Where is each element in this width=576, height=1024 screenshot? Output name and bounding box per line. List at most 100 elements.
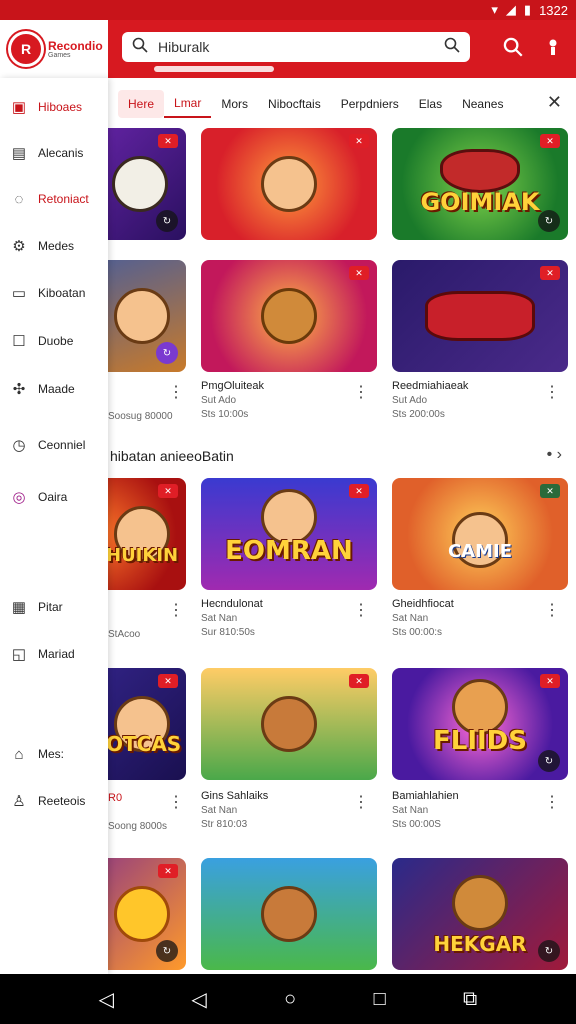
close-badge-icon[interactable]: ✕ (158, 674, 178, 688)
home-icon[interactable]: ○ (284, 988, 296, 1011)
logo-text: Recondio (48, 38, 103, 53)
sidebar-item-pitar[interactable]: ▦ Pitar (10, 594, 63, 620)
game-stats: Soong 8000s (108, 821, 167, 832)
search-icon (132, 37, 148, 58)
clock: 1322 (539, 2, 568, 18)
sidebar-item-alecanis[interactable]: ▤ Alecanis (10, 140, 83, 166)
character-art (261, 156, 317, 212)
close-badge-icon[interactable]: ✕ (349, 484, 369, 498)
sidebar-item-label: Ceonniel (38, 438, 86, 452)
tab-mors[interactable]: Mors (211, 90, 258, 118)
close-icon[interactable]: ✕ (547, 92, 562, 113)
play-icon[interactable]: ↻ (538, 940, 560, 962)
sidebar-item-label: Duobe (38, 334, 74, 348)
tab-perpdniers[interactable]: Perpdniers (331, 90, 409, 118)
more-icon[interactable]: ⋮ (544, 792, 560, 812)
gear-icon: ⚙ (12, 238, 26, 255)
sidebar-item-mes[interactable]: ⌂ Mes: (10, 741, 64, 767)
game-subtitle: Sat Nan (201, 613, 238, 624)
game-card[interactable] (201, 858, 377, 970)
sidebar-item-oaira[interactable]: ◎ Oaira (10, 484, 67, 510)
play-icon[interactable]: ↻ (156, 342, 178, 364)
controller-art (440, 148, 520, 193)
character-art (452, 874, 508, 931)
game-card[interactable]: GOIMIAK ✕ ↻ (392, 128, 568, 240)
recents-icon[interactable]: □ (374, 988, 386, 1011)
play-icon[interactable]: ↻ (538, 210, 560, 232)
search-submit-icon[interactable] (444, 37, 460, 58)
sidebar-item-mariad[interactable]: ◱ Mariad (10, 641, 75, 667)
section-title: hibatan anieeoBatin (110, 448, 234, 464)
game-stats: Sts 200:00s (392, 409, 445, 420)
sidebar-item-maade[interactable]: ✣ Maade (10, 376, 75, 402)
more-icon[interactable]: ⋮ (168, 600, 184, 620)
more-icon[interactable]: ⋮ (353, 792, 369, 812)
sidebar-item-kiboatan[interactable]: ▭ Kiboatan (10, 280, 85, 306)
more-icon[interactable]: ⋮ (544, 382, 560, 402)
game-subtitle: Sat Nan (392, 613, 429, 624)
battery-icon: ▮ (523, 2, 532, 17)
chevron-right-icon[interactable]: • › (547, 446, 562, 464)
category-tabs: Here Lmar Mors Nibocftais Perpdniers Ela… (108, 86, 576, 122)
close-badge-icon[interactable]: ✕ (540, 484, 560, 498)
more-icon[interactable]: ⋮ (353, 382, 369, 402)
building-icon: ⌂ (14, 745, 24, 763)
close-badge-icon[interactable]: ✕ (158, 864, 178, 878)
search-bar[interactable] (122, 32, 470, 62)
close-badge-icon[interactable]: ✕ (158, 484, 178, 498)
sidebar-item-ceonniel[interactable]: ◷ Ceonniel (10, 432, 85, 458)
game-meta: Hecndulonat Sat Nan Sur 810:50s ⋮ (201, 598, 377, 646)
tab-neanes[interactable]: Neanes (452, 90, 513, 118)
close-badge-icon[interactable]: ✕ (158, 134, 178, 148)
game-card-art-text: CAMIE (447, 541, 513, 562)
game-meta: PmgOluiteak Sut Ado Sts 10:00s ⋮ (201, 380, 377, 428)
account-icon[interactable] (540, 34, 566, 60)
play-icon[interactable]: ↻ (156, 210, 178, 232)
sidebar-item-label: Retoniact (38, 192, 89, 206)
sidebar-item-medes[interactable]: ⚙ Medes (10, 233, 74, 259)
game-card[interactable]: ✕ (201, 668, 377, 780)
game-title: Gheidhfiocat (392, 598, 454, 610)
tab-elas[interactable]: Elas (409, 90, 452, 118)
more-icon[interactable]: ⋮ (544, 600, 560, 620)
sidebar-item-label: Hiboaes (38, 100, 83, 114)
more-icon[interactable]: ⋮ (168, 382, 184, 402)
tab-here[interactable]: Here (118, 90, 165, 118)
more-icon[interactable]: ⋮ (353, 600, 369, 620)
sidebar-item-reeteois[interactable]: ♙ Reeteois (10, 788, 85, 814)
close-badge-icon[interactable]: ✕ (349, 134, 369, 148)
sidebar-item-retoniact[interactable]: ◌ Retoniact (10, 186, 89, 212)
search-input[interactable] (158, 39, 434, 55)
back-icon[interactable]: ◁ (99, 987, 114, 1012)
game-subtitle: Sut Ado (201, 395, 237, 406)
close-badge-icon[interactable]: ✕ (540, 674, 560, 688)
play-icon[interactable]: ↻ (156, 940, 178, 962)
sidebar-item-hiboaes[interactable]: ▣ Hiboaes (10, 94, 82, 120)
game-card[interactable]: ✕ (201, 260, 377, 372)
game-card[interactable]: CAMIE ✕ (392, 478, 568, 590)
close-badge-icon[interactable]: ✕ (540, 266, 560, 280)
back-icon[interactable]: ◁ (191, 987, 206, 1012)
search-progress-bar (154, 66, 274, 72)
play-icon[interactable]: ↻ (538, 750, 560, 772)
tab-lmar[interactable]: Lmar (164, 90, 212, 118)
sidebar-item-duobe[interactable]: ☐ Duobe (10, 328, 73, 354)
app-logo[interactable]: R Recondio Games (8, 26, 108, 72)
rotate-icon[interactable]: ⧉ (463, 988, 477, 1011)
close-badge-icon[interactable]: ✕ (349, 266, 369, 280)
close-badge-icon[interactable]: ✕ (540, 134, 560, 148)
game-card[interactable]: FLIIDS ✕ ↻ (392, 668, 568, 780)
search-icon[interactable] (500, 34, 526, 60)
chat-icon: ◌ (14, 190, 24, 208)
game-stats: Sts 00:00:s (392, 627, 443, 638)
game-card[interactable]: EOMRAN ✕ (201, 478, 377, 590)
game-card[interactable]: HEKGAR ↻ (392, 858, 568, 970)
game-meta: Gheidhfiocat Sat Nan Sts 00:00:s ⋮ (392, 598, 568, 646)
game-card[interactable]: ✕ (392, 260, 568, 372)
close-badge-icon[interactable]: ✕ (349, 674, 369, 688)
sidebar-item-label: Medes (38, 239, 75, 253)
tab-nibocftais[interactable]: Nibocftais (258, 90, 331, 118)
game-card[interactable]: ✕ (201, 128, 377, 240)
game-title: PmgOluiteak (201, 380, 264, 392)
more-icon[interactable]: ⋮ (168, 792, 184, 812)
